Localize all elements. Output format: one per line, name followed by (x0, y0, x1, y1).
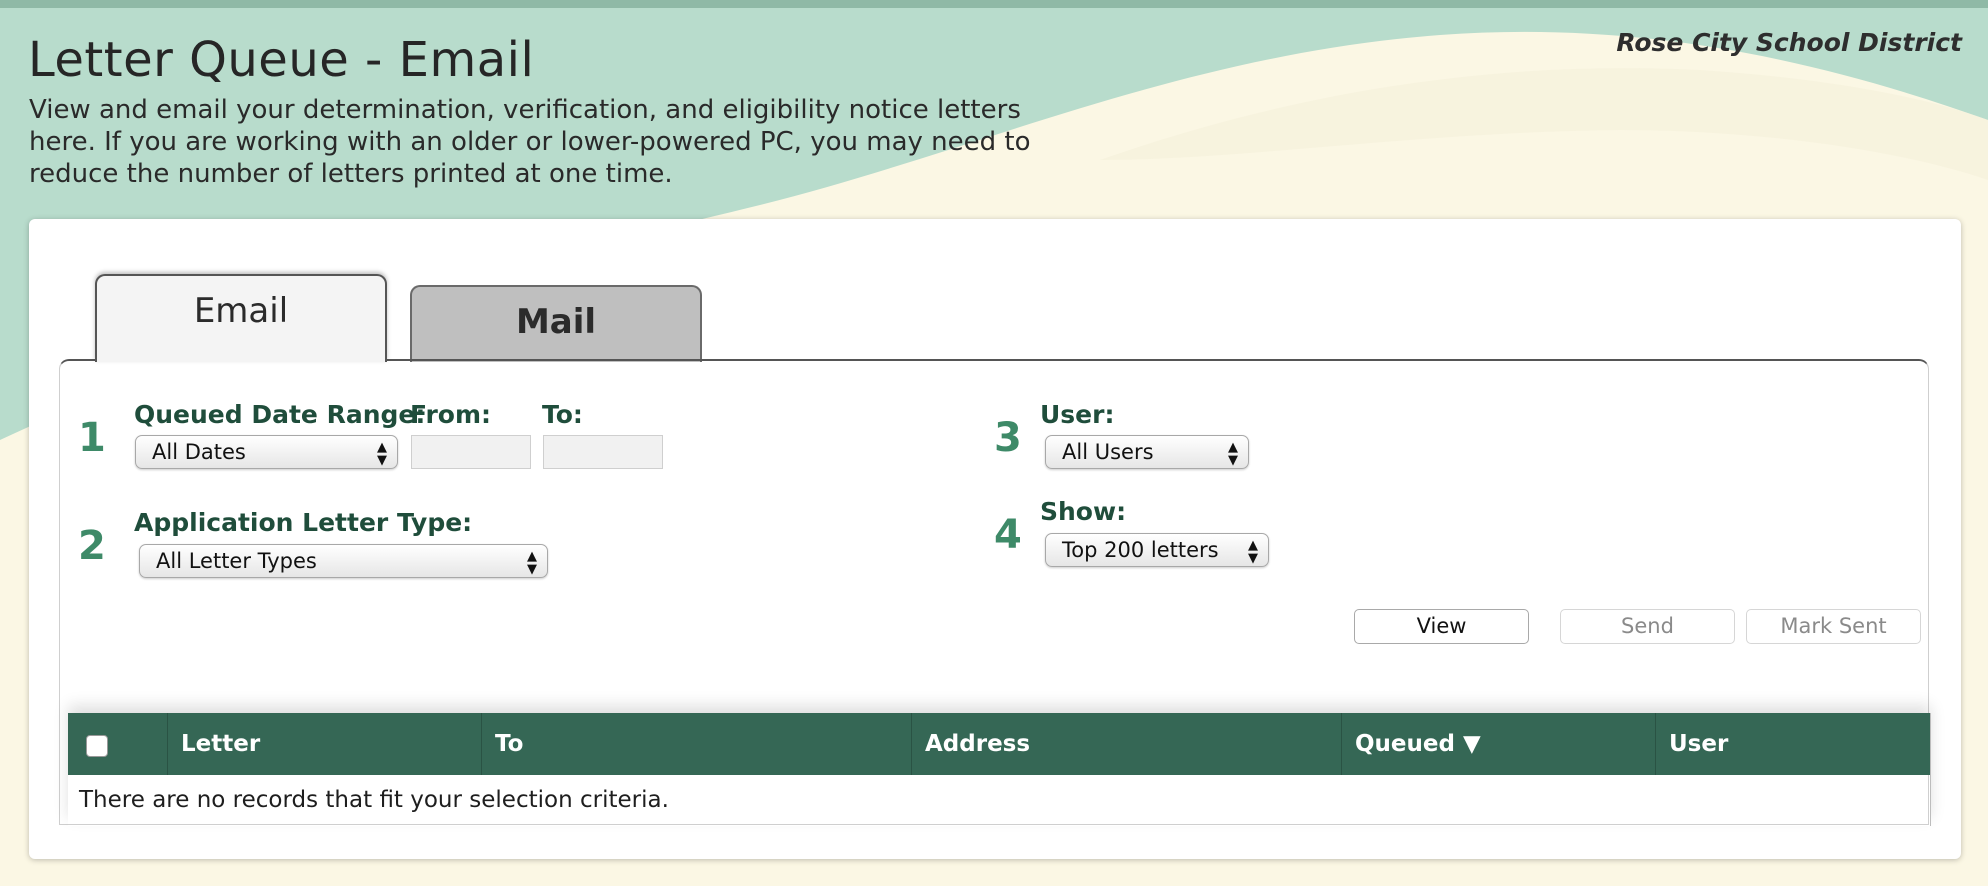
table-header: Letter To Address Queued ▼ User (68, 713, 1930, 775)
view-button[interactable]: View (1354, 609, 1529, 644)
empty-message: There are no records that fit your selec… (79, 787, 669, 813)
queued-date-range-label: Queued Date Range: (134, 400, 426, 429)
select-arrows-icon: ▲ ▼ (1248, 538, 1258, 566)
page-description: View and email your determination, verif… (29, 95, 1031, 189)
queued-date-range-value: All Dates (152, 440, 246, 464)
column-letter[interactable]: Letter (168, 713, 482, 775)
to-date-input[interactable] (543, 435, 663, 469)
select-all-checkbox[interactable] (86, 735, 108, 757)
select-all-column (68, 713, 168, 775)
step-number-4: 4 (994, 512, 1022, 558)
mark-sent-button[interactable]: Mark Sent (1746, 609, 1921, 644)
select-arrows-icon: ▲ ▼ (1228, 440, 1238, 468)
show-select[interactable]: Top 200 letters ▲ ▼ (1045, 533, 1269, 567)
select-arrows-icon: ▲ ▼ (527, 549, 537, 577)
user-label: User: (1040, 400, 1115, 429)
column-user[interactable]: User (1656, 713, 1930, 775)
from-label: From: (410, 400, 492, 429)
tab-mail[interactable]: Mail (410, 285, 702, 362)
from-date-input[interactable] (411, 435, 531, 469)
show-label: Show: (1040, 497, 1127, 526)
letter-type-label: Application Letter Type: (134, 508, 473, 537)
letters-table: Letter To Address Queued ▼ User There ar… (68, 713, 1931, 826)
column-to[interactable]: To (482, 713, 912, 775)
tab-email[interactable]: Email (95, 274, 387, 362)
column-queued[interactable]: Queued ▼ (1342, 713, 1656, 775)
select-arrows-icon: ▲ ▼ (377, 440, 387, 468)
step-number-3: 3 (994, 415, 1022, 461)
send-button[interactable]: Send (1560, 609, 1735, 644)
to-label: To: (542, 400, 583, 429)
letter-type-select[interactable]: All Letter Types ▲ ▼ (139, 544, 548, 578)
user-value: All Users (1062, 440, 1154, 464)
show-value: Top 200 letters (1062, 538, 1219, 562)
queued-date-range-select[interactable]: All Dates ▲ ▼ (135, 435, 398, 469)
step-number-1: 1 (78, 415, 106, 461)
main-panel: Mail Email 1 Queued Date Range: All Date… (29, 219, 1961, 859)
page-title: Letter Queue - Email (28, 32, 535, 88)
step-number-2: 2 (78, 523, 106, 569)
column-address[interactable]: Address (912, 713, 1342, 775)
district-name: Rose City School District (1616, 28, 1962, 57)
letter-type-value: All Letter Types (156, 549, 317, 573)
user-select[interactable]: All Users ▲ ▼ (1045, 435, 1249, 469)
